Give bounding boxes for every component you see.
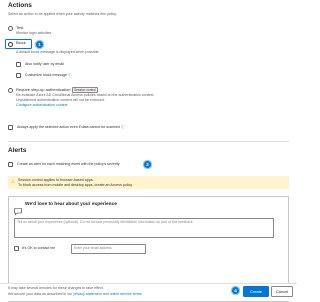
step-badge-2: 2 xyxy=(144,161,151,168)
test-label: Test xyxy=(16,24,24,30)
create-alert-label: Create an alert for each matching event … xyxy=(17,162,120,166)
always-apply-checkbox[interactable] xyxy=(8,125,13,130)
block-radio[interactable] xyxy=(8,41,13,47)
notice-line-2: To block access from mobile and desktop … xyxy=(18,182,133,187)
actions-heading: Actions xyxy=(8,2,32,9)
info-icon: ⓘ xyxy=(67,73,72,77)
test-radio[interactable] xyxy=(8,26,13,31)
notify-email-label: Also notify user by email xyxy=(25,62,64,66)
stepup-description-2: Unpublished authentication context will … xyxy=(16,97,105,102)
session-control-tag: Session control xyxy=(71,86,99,93)
contact-checkbox[interactable] xyxy=(14,246,19,251)
feedback-placeholder: Tell us about your experience (optional)… xyxy=(17,220,194,224)
actions-description: Select an action to be applied when your… xyxy=(8,12,117,16)
create-button[interactable]: Create xyxy=(243,285,269,297)
test-description: Monitor login activities xyxy=(16,30,52,35)
section-divider xyxy=(8,141,289,142)
contact-label: It's OK to contact me xyxy=(22,246,56,250)
customize-message-label: Customize block message ⓘ xyxy=(25,73,72,77)
online-service-terms-link[interactable]: online service terms xyxy=(110,292,142,296)
step-badge-4: 4 xyxy=(232,287,239,294)
info-icon: ⓘ xyxy=(120,125,125,129)
create-alert-checkbox[interactable] xyxy=(8,162,13,167)
warning-icon: ⚠ xyxy=(11,178,16,184)
always-apply-label: Always apply the selected action even if… xyxy=(17,125,125,129)
configure-auth-context-link[interactable]: Configure authentication context xyxy=(16,103,68,107)
block-description: A default block message is displayed whe… xyxy=(16,50,100,54)
privacy-statement-link[interactable]: privacy statement xyxy=(73,292,101,296)
email-placeholder: Enter your email address xyxy=(74,246,112,250)
step-badge-1: 1 xyxy=(36,40,43,48)
notify-email-checkbox[interactable] xyxy=(16,62,21,67)
feedback-heading: We'd love to hear about your experience xyxy=(25,202,117,207)
footer-note: It may take several minutes for these ch… xyxy=(8,286,104,290)
privacy-line: We secure your data as described in our … xyxy=(8,292,142,296)
notice-line-1: Session control applies to browser-based… xyxy=(18,177,94,182)
chat-bubble-icon xyxy=(14,202,22,216)
block-label: Block xyxy=(16,40,26,45)
cancel-button[interactable]: Cancel xyxy=(271,285,293,297)
alerts-heading: Alerts xyxy=(8,147,27,154)
stepup-radio[interactable] xyxy=(8,88,13,93)
stepup-label-row: Require step-up authentication Session c… xyxy=(16,86,99,93)
customize-message-checkbox[interactable] xyxy=(16,73,21,78)
stepup-label: Require step-up authentication xyxy=(16,86,71,92)
